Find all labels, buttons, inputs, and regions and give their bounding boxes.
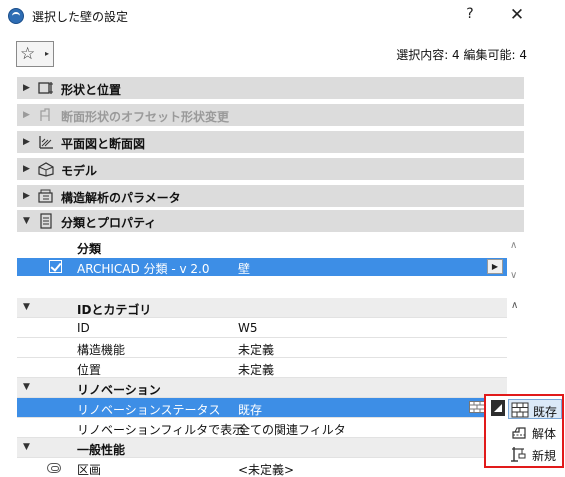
- group-label: 一般性能: [77, 443, 126, 457]
- menu-item-new[interactable]: 新規: [508, 444, 562, 464]
- property-name: 区画: [77, 463, 102, 477]
- close-button[interactable]: ✕: [506, 5, 528, 27]
- section-label: モデル: [61, 164, 98, 178]
- classification-name: ARCHICAD 分類 - v 2.0: [77, 262, 210, 276]
- property-value[interactable]: W5: [238, 321, 258, 335]
- help-button[interactable]: ?: [460, 6, 480, 26]
- menu-item-label: 新規: [532, 449, 557, 463]
- link-icon: [47, 463, 61, 473]
- classification-value: 壁: [238, 262, 251, 276]
- property-row[interactable]: リノベーションフィルタで表示 全ての関連フィルタ: [17, 418, 507, 438]
- favorites-button[interactable]: ☆ ▸: [16, 41, 54, 67]
- menu-item-label: 解体: [532, 427, 557, 441]
- property-row[interactable]: 区画 <未定義>: [17, 458, 507, 477]
- property-name: ID: [77, 321, 90, 335]
- property-value[interactable]: 未定義: [238, 341, 274, 358]
- floor-plan-section-icon: [39, 136, 53, 149]
- section-floor-plan-section[interactable]: ▶ 平面図と断面図: [17, 131, 524, 153]
- expand-triangle-icon[interactable]: ▶: [23, 191, 30, 201]
- property-row[interactable]: 位置 未定義: [17, 358, 507, 378]
- property-value[interactable]: <未定義>: [238, 461, 294, 477]
- demolish-icon: [512, 427, 526, 439]
- property-group-id-category[interactable]: ▼ IDとカテゴリ: [17, 298, 507, 318]
- section-label: 分類とプロパティ: [61, 216, 157, 230]
- archicad-logo-icon: [8, 8, 24, 24]
- property-group-renovation[interactable]: ▼ リノベーション: [17, 378, 507, 398]
- property-name: リノベーションステータス: [77, 403, 221, 417]
- section-profile-offset: ▶ 断面形状のオフセット形状変更: [17, 104, 524, 126]
- model-icon: [38, 162, 54, 177]
- property-row[interactable]: ID W5: [17, 318, 507, 338]
- property-name: 位置: [77, 363, 102, 377]
- window-title: 選択した壁の設定: [32, 10, 129, 24]
- structural-analysis-icon: [38, 189, 53, 203]
- existing-brick-icon: [511, 402, 529, 418]
- classification-expand-button[interactable]: ▶: [487, 259, 503, 274]
- property-value[interactable]: 既存: [238, 401, 262, 418]
- collapse-triangle-icon[interactable]: ▼: [23, 382, 30, 392]
- menu-item-demolish[interactable]: 解体: [508, 422, 562, 442]
- collapse-triangle-icon[interactable]: ▼: [23, 216, 30, 226]
- property-row-renovation-status[interactable]: リノベーションステータス 既存: [17, 398, 507, 418]
- expand-triangle-icon[interactable]: ▶: [23, 137, 30, 147]
- scroll-up-icon[interactable]: ∧: [511, 300, 518, 311]
- section-model[interactable]: ▶ モデル: [17, 158, 524, 180]
- selection-info: 選択内容: 4 編集可能: 4: [396, 48, 527, 62]
- expand-triangle-icon[interactable]: ▶: [23, 83, 30, 93]
- property-name: リノベーションフィルタで表示: [77, 423, 245, 437]
- collapse-triangle-icon[interactable]: ▼: [23, 302, 30, 312]
- popup-toggle-button[interactable]: [491, 400, 505, 416]
- section-label: 構造解析のパラメータ: [61, 191, 181, 205]
- section-label: 形状と位置: [61, 83, 122, 97]
- expand-triangle-icon: ▶: [23, 110, 30, 120]
- new-construction-icon: [511, 447, 526, 462]
- classification-header: 分類: [77, 242, 102, 256]
- property-name: 構造機能: [77, 343, 126, 357]
- section-label: 平面図と断面図: [61, 137, 146, 151]
- group-label: リノベーション: [77, 383, 161, 397]
- profile-offset-icon: [40, 108, 50, 121]
- scroll-up-icon[interactable]: ∧: [510, 240, 517, 251]
- property-value[interactable]: 全ての関連フィルタ: [238, 421, 346, 438]
- collapse-triangle-icon[interactable]: ▼: [23, 442, 30, 452]
- section-label: 断面形状のオフセット形状変更: [61, 110, 230, 124]
- wall-geometry-icon: [38, 82, 53, 94]
- brick-icon: [469, 401, 485, 413]
- menu-item-existing[interactable]: 既存: [508, 399, 562, 419]
- property-row[interactable]: 構造機能 未定義: [17, 338, 507, 358]
- properties-tree: ▼ IDとカテゴリ ID W5 構造機能 未定義 位置 未定義 ▼ リノベーショ…: [17, 296, 524, 477]
- property-value[interactable]: 未定義: [238, 361, 274, 378]
- group-label: IDとカテゴリ: [77, 303, 152, 317]
- classification-checkbox[interactable]: [49, 260, 62, 273]
- expand-triangle-icon[interactable]: ▶: [23, 164, 30, 174]
- section-geometry-position[interactable]: ▶ 形状と位置: [17, 77, 524, 99]
- section-structural-analysis[interactable]: ▶ 構造解析のパラメータ: [17, 185, 524, 207]
- section-classification-properties[interactable]: ▼ 分類とプロパティ: [17, 210, 524, 232]
- menu-item-label: 既存: [533, 405, 558, 419]
- star-icon: ☆: [20, 44, 36, 64]
- title-bar: 選択した壁の設定 ? ✕: [0, 0, 565, 32]
- classification-row[interactable]: ARCHICAD 分類 - v 2.0 壁 ▶: [17, 258, 507, 276]
- classification-panel: 分類 ARCHICAD 分類 - v 2.0 壁 ▶ ∧ ∨: [17, 236, 524, 290]
- property-group-general[interactable]: ▼ 一般性能: [17, 438, 507, 458]
- renovation-status-popup: 既存 解体 新規: [484, 394, 564, 468]
- classification-properties-icon: [40, 213, 52, 229]
- chevron-right-icon: ▸: [45, 49, 50, 58]
- scroll-down-icon[interactable]: ∨: [510, 270, 517, 281]
